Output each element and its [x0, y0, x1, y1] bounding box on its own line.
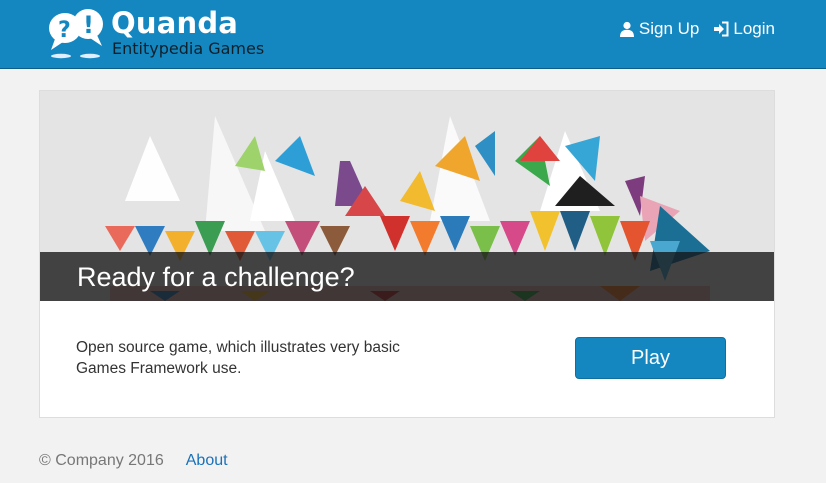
hero-title: Ready for a challenge?	[77, 262, 355, 292]
game-description: Open source game, which illustrates very…	[76, 339, 400, 377]
footer: © Company 2016 About	[39, 452, 228, 470]
play-button[interactable]: Play	[575, 337, 726, 379]
signup-link[interactable]: Sign Up	[619, 19, 699, 39]
login-link[interactable]: Login	[713, 19, 775, 39]
login-icon	[714, 21, 729, 37]
game-card: Ready for a challenge? Open source game,…	[39, 90, 775, 418]
navbar: ? ! Quanda Entitypedia Games Sign Up Log…	[0, 0, 826, 69]
svg-text:?: ?	[58, 18, 71, 43]
login-label: Login	[733, 19, 775, 38]
brand-name: Quanda	[111, 6, 239, 40]
nav-right: Sign Up Login	[619, 19, 775, 39]
signup-label: Sign Up	[638, 19, 700, 38]
user-icon	[619, 21, 634, 37]
brand-subtitle: Entitypedia Games	[112, 39, 265, 58]
copyright: © Company 2016	[39, 452, 164, 469]
about-link[interactable]: About	[186, 452, 228, 470]
logo-icon: ? !	[49, 9, 103, 59]
svg-text:!: !	[83, 11, 94, 39]
